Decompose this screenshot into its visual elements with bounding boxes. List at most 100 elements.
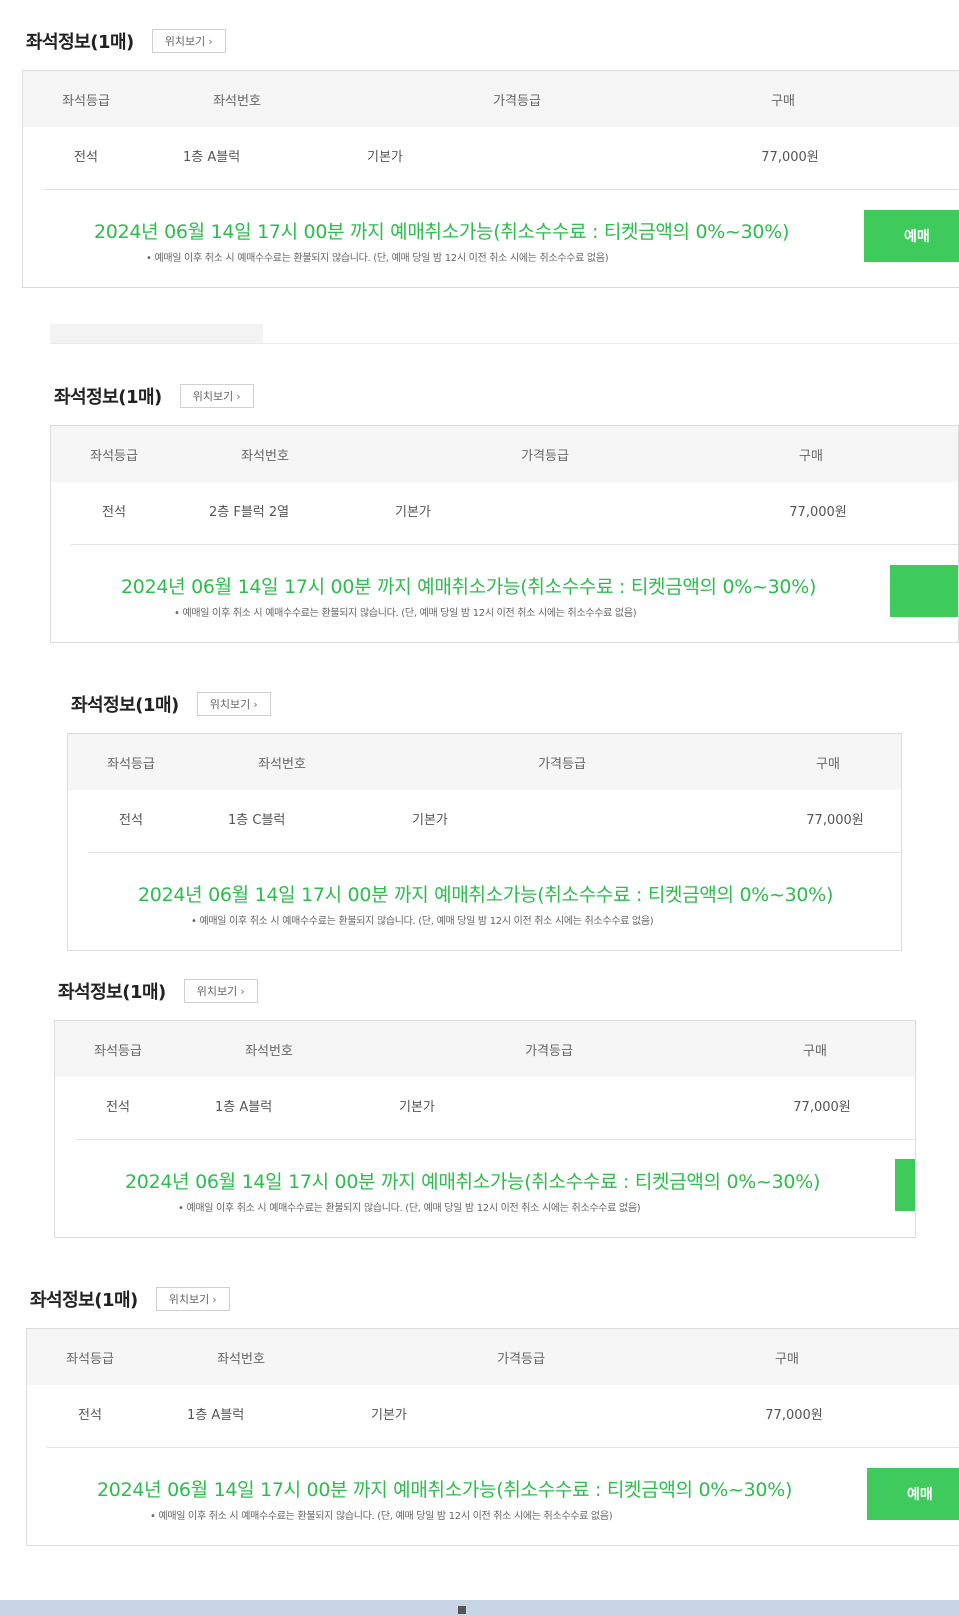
chevron-right-icon: › [240, 984, 245, 998]
seat-info-box: 좌석등급 좌석번호 가격등급 구매 전석 1층 A블럭 기본가 77,000원 … [22, 70, 959, 288]
taskbar-icon [458, 1606, 466, 1614]
cancel-fee-subnotice: • 예매일 이후 취소 시 예매수수료는 환불되지 않습니다. (단, 예매 당… [146, 253, 609, 264]
cancel-fee-subnotice: • 예매일 이후 취소 시 예매수수료는 환불되지 않습니다. (단, 예매 당… [178, 1203, 641, 1214]
table-row: 전석 2층 F블럭 2열 기본가 77,000원 [51, 482, 958, 544]
header-seat-number: 좌석번호 [213, 94, 261, 109]
seat-info-header: 좌석정보(1매) 위치보기 › [30, 1284, 230, 1314]
seat-info-header: 좌석정보(1매) 위치보기 › [26, 26, 226, 56]
cancel-fee-subnotice: • 예매일 이후 취소 시 예매수수료는 환불되지 않습니다. (단, 예매 당… [174, 608, 637, 619]
header-seat-number: 좌석번호 [245, 1044, 293, 1059]
section-title: 좌석정보(1매) [30, 1290, 138, 1311]
price-grade-value: 기본가 [371, 1408, 407, 1423]
row-divider [75, 1139, 915, 1140]
seat-info-box: 좌석등급 좌석번호 가격등급 구매 전석 1층 A블럭 기본가 77,000원 … [54, 1020, 916, 1238]
seat-number-value: 1층 A블럭 [183, 150, 241, 165]
header-seat-grade: 좌석등급 [94, 1044, 142, 1059]
chevron-right-icon: › [208, 34, 213, 48]
seat-number-value: 1층 C블럭 [228, 813, 286, 828]
seat-grade-value: 전석 [78, 1408, 102, 1423]
price-grade-value: 기본가 [412, 813, 448, 828]
header-price-grade: 가격등급 [525, 1044, 573, 1059]
view-location-button[interactable]: 위치보기 › [179, 384, 254, 408]
table-row: 전석 1층 A블럭 기본가 77,000원 [23, 127, 959, 189]
view-location-label: 위치보기 [209, 698, 251, 711]
header-seat-number: 좌석번호 [217, 1352, 265, 1367]
cancel-deadline-notice: 2024년 06월 14일 17시 00분 까지 예매취소가능(취소수수료 : … [97, 1479, 793, 1501]
price-value: 77,000원 [765, 1408, 823, 1423]
table-header: 좌석등급 좌석번호 가격등급 구매 [55, 1021, 915, 1077]
header-purchase: 구매 [771, 94, 795, 109]
seat-number-value: 2층 F블럭 2열 [209, 505, 290, 520]
header-price-grade: 가격등급 [538, 757, 586, 772]
row-divider [88, 852, 901, 853]
section-title: 좌석정보(1매) [54, 387, 162, 408]
table-header: 좌석등급 좌석번호 가격등급 구매 [23, 71, 959, 127]
price-value: 77,000원 [806, 813, 864, 828]
header-seat-grade: 좌석등급 [107, 757, 155, 772]
header-seat-grade: 좌석등급 [90, 449, 138, 464]
seat-info-box: 좌석등급 좌석번호 가격등급 구매 전석 1층 A블럭 기본가 77,000원 … [26, 1328, 959, 1546]
reserve-button[interactable] [890, 565, 958, 617]
table-header: 좌석등급 좌석번호 가격등급 구매 [68, 734, 901, 790]
price-value: 77,000원 [793, 1100, 851, 1115]
view-location-label: 위치보기 [168, 1293, 210, 1306]
row-divider [47, 1447, 959, 1448]
cancel-deadline-notice: 2024년 06월 14일 17시 00분 까지 예매취소가능(취소수수료 : … [121, 576, 817, 598]
seat-info-header: 좌석정보(1매) 위치보기 › [54, 381, 254, 411]
cancel-deadline-notice: 2024년 06월 14일 17시 00분 까지 예매취소가능(취소수수료 : … [125, 1171, 821, 1193]
chevron-right-icon: › [236, 389, 241, 403]
price-value: 77,000원 [789, 505, 847, 520]
reserve-button[interactable] [895, 1159, 915, 1211]
row-divider [43, 189, 959, 190]
header-price-grade: 가격등급 [493, 94, 541, 109]
divider-strip [50, 324, 263, 344]
cancel-fee-subnotice: • 예매일 이후 취소 시 예매수수료는 환불되지 않습니다. (단, 예매 당… [150, 1511, 613, 1522]
header-price-grade: 가격등급 [497, 1352, 545, 1367]
section-title: 좌석정보(1매) [26, 32, 134, 53]
cancel-deadline-notice: 2024년 06월 14일 17시 00분 까지 예매취소가능(취소수수료 : … [94, 221, 790, 243]
taskbar [0, 1600, 959, 1616]
seat-grade-value: 전석 [74, 150, 98, 165]
header-purchase: 구매 [816, 757, 840, 772]
reserve-button[interactable]: 예매 [864, 210, 959, 262]
view-location-button[interactable]: 위치보기 › [155, 1287, 230, 1311]
table-header: 좌석등급 좌석번호 가격등급 구매 [27, 1329, 959, 1385]
header-seat-grade: 좌석등급 [62, 94, 110, 109]
header-purchase: 구매 [799, 449, 823, 464]
table-row: 전석 1층 A블럭 기본가 77,000원 [55, 1077, 915, 1139]
header-seat-number: 좌석번호 [258, 757, 306, 772]
seat-info-header: 좌석정보(1매) 위치보기 › [58, 976, 258, 1006]
seat-number-value: 1층 A블럭 [187, 1408, 245, 1423]
seat-info-box: 좌석등급 좌석번호 가격등급 구매 전석 1층 C블럭 기본가 77,000원 … [67, 733, 902, 951]
chevron-right-icon: › [253, 697, 258, 711]
seat-grade-value: 전석 [102, 505, 126, 520]
cancel-deadline-notice: 2024년 06월 14일 17시 00분 까지 예매취소가능(취소수수료 : … [138, 884, 834, 906]
divider-line [50, 343, 959, 344]
seat-info-header: 좌석정보(1매) 위치보기 › [71, 689, 271, 719]
header-price-grade: 가격등급 [521, 449, 569, 464]
view-location-button[interactable]: 위치보기 › [151, 29, 226, 53]
section-title: 좌석정보(1매) [58, 982, 166, 1003]
header-purchase: 구매 [775, 1352, 799, 1367]
header-purchase: 구매 [803, 1044, 827, 1059]
seat-grade-value: 전석 [106, 1100, 130, 1115]
reserve-button[interactable]: 예매 [867, 1468, 959, 1520]
price-value: 77,000원 [761, 150, 819, 165]
cancel-fee-subnotice: • 예매일 이후 취소 시 예매수수료는 환불되지 않습니다. (단, 예매 당… [191, 916, 654, 927]
row-divider [71, 544, 958, 545]
view-location-label: 위치보기 [164, 35, 206, 48]
view-location-button[interactable]: 위치보기 › [183, 979, 258, 1003]
seat-number-value: 1층 A블럭 [215, 1100, 273, 1115]
section-title: 좌석정보(1매) [71, 695, 179, 716]
seat-info-box: 좌석등급 좌석번호 가격등급 구매 전석 2층 F블럭 2열 기본가 77,00… [50, 425, 959, 643]
chevron-right-icon: › [212, 1292, 217, 1306]
view-location-button[interactable]: 위치보기 › [196, 692, 271, 716]
header-seat-grade: 좌석등급 [66, 1352, 114, 1367]
view-location-label: 위치보기 [196, 985, 238, 998]
table-row: 전석 1층 C블럭 기본가 77,000원 [68, 790, 901, 852]
price-grade-value: 기본가 [395, 505, 431, 520]
price-grade-value: 기본가 [399, 1100, 435, 1115]
table-row: 전석 1층 A블럭 기본가 77,000원 [27, 1385, 959, 1447]
header-seat-number: 좌석번호 [241, 449, 289, 464]
table-header: 좌석등급 좌석번호 가격등급 구매 [51, 426, 958, 482]
